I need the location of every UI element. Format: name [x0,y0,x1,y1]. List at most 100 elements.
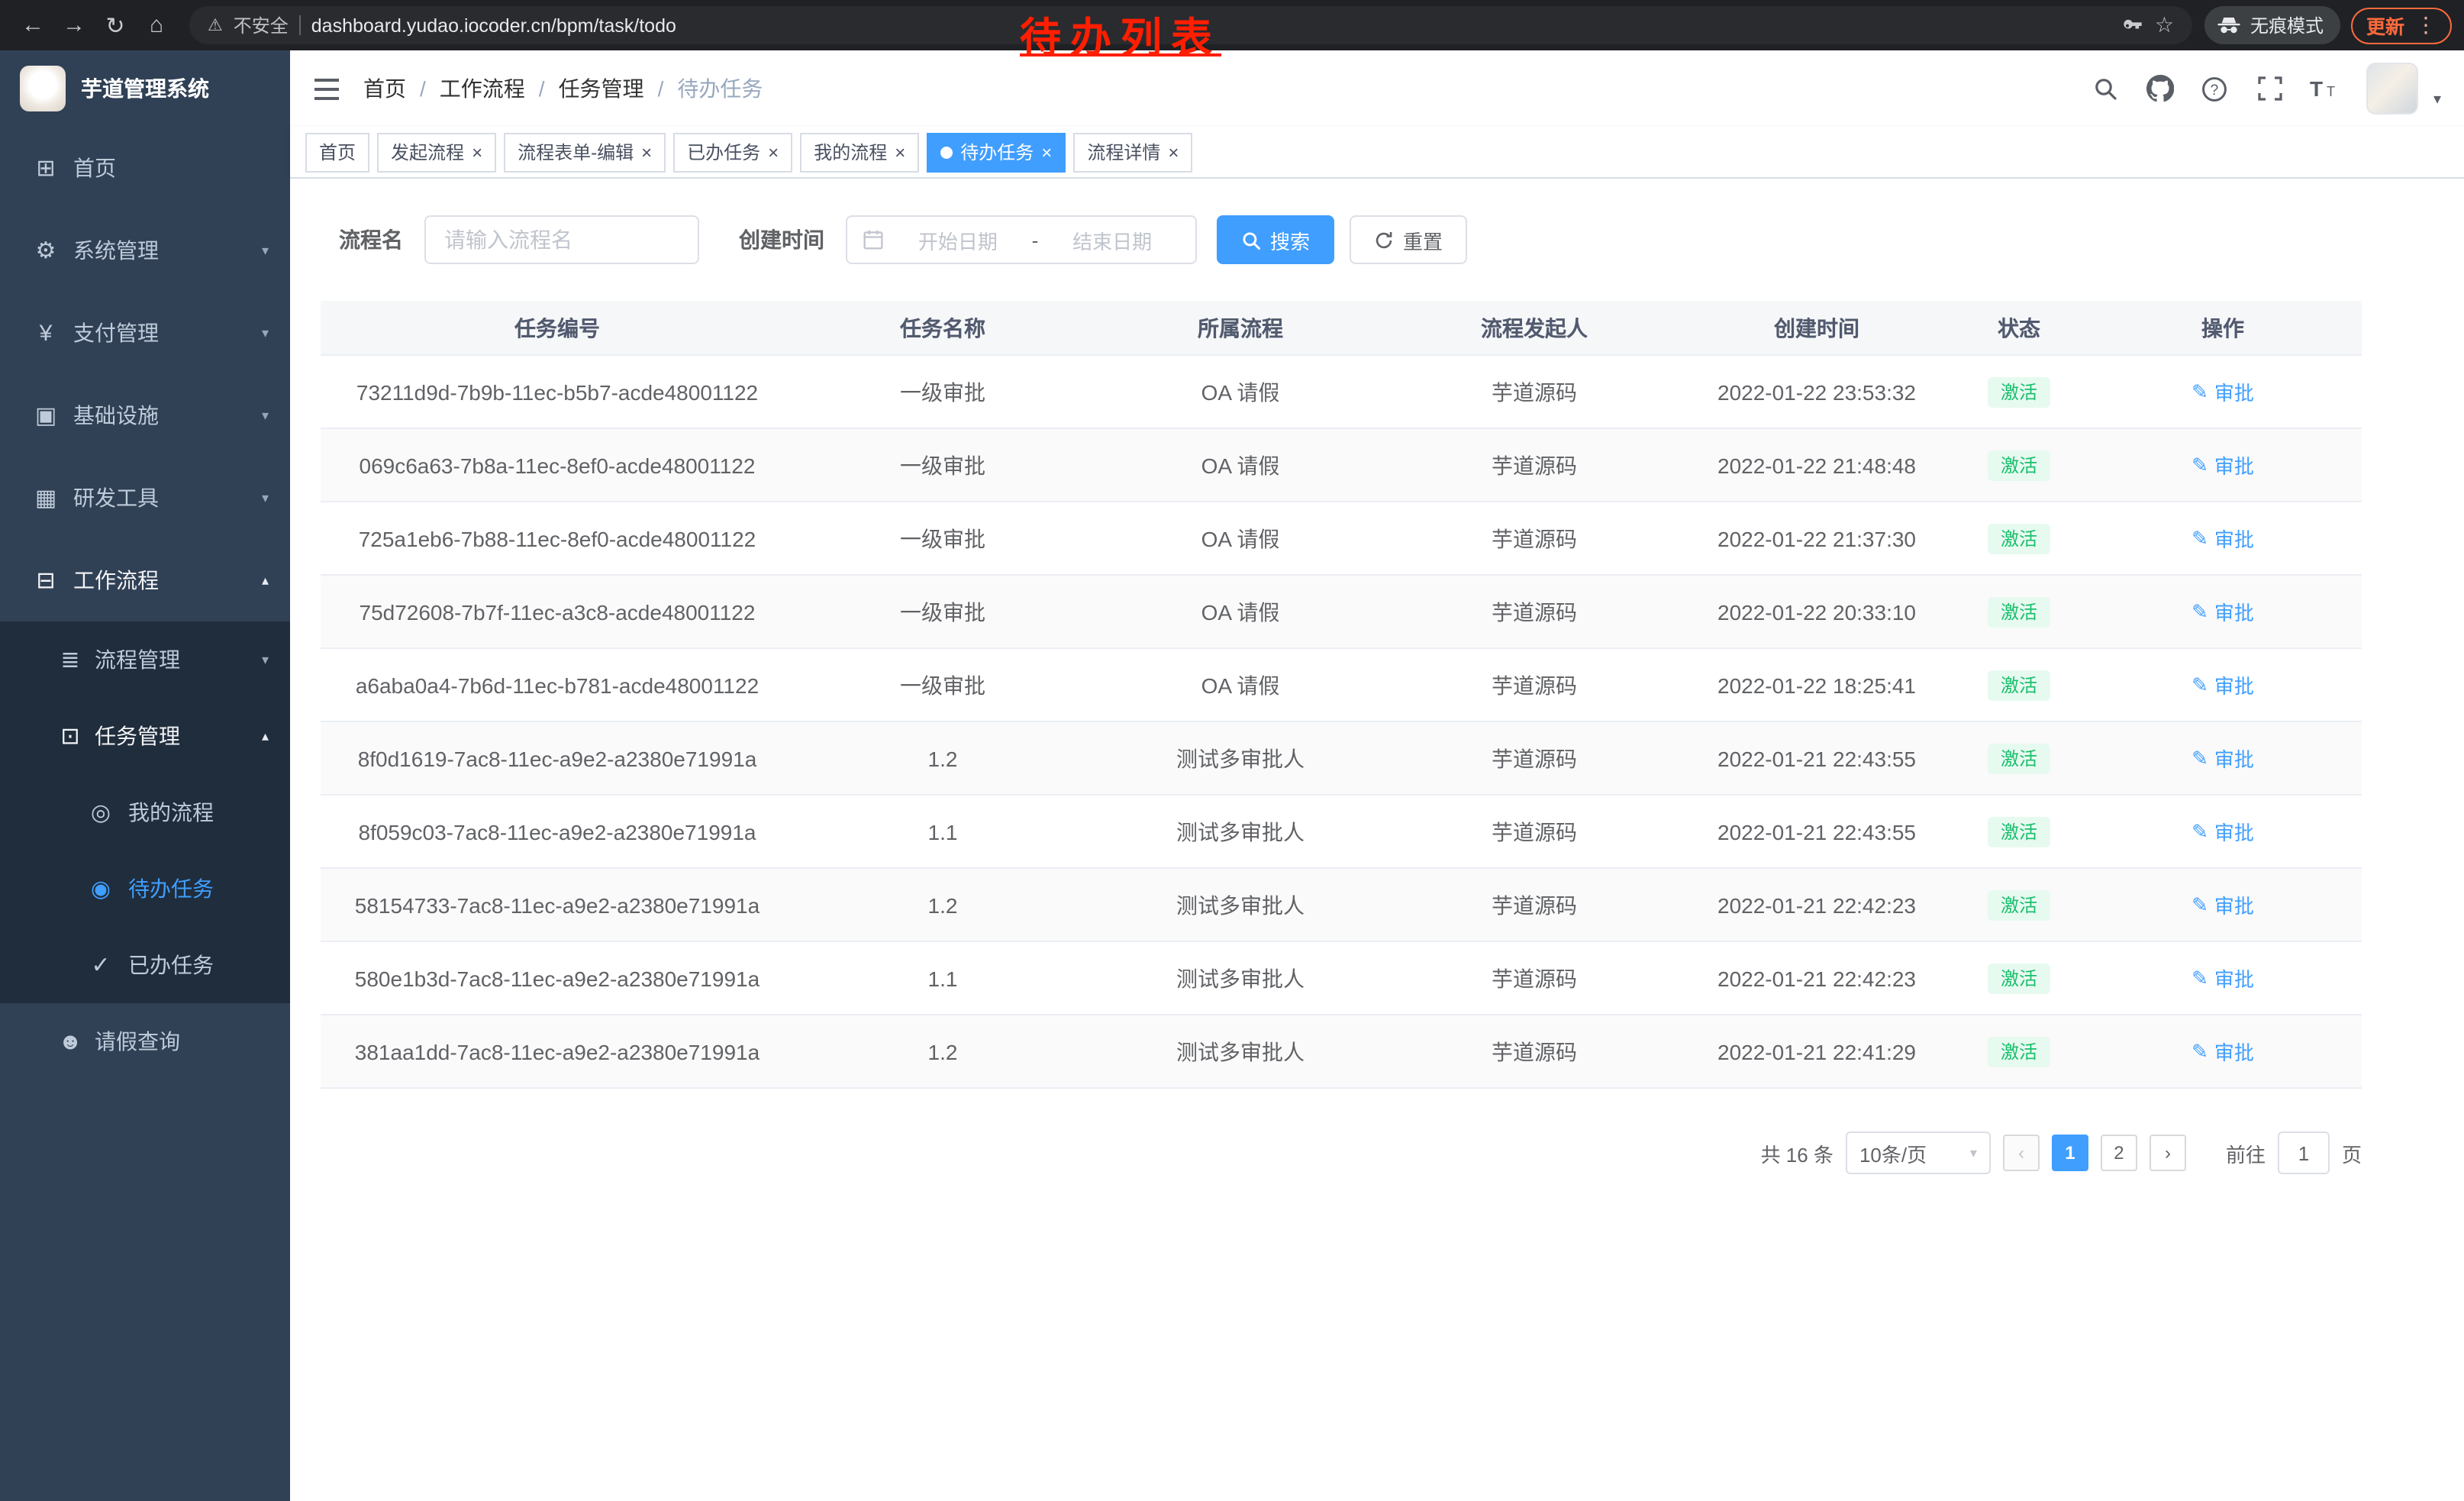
edit-icon: ✎ [2191,453,2208,477]
close-icon[interactable]: × [641,143,652,161]
help-icon[interactable]: ? [2192,66,2238,111]
approve-link[interactable]: ✎审批 [2191,1037,2254,1066]
tab-done-task[interactable]: 已办任务 × [673,132,792,172]
table-header: 任务编号 任务名称 所属流程 流程发起人 创建时间 状态 操作 [321,301,2362,356]
refresh-icon [1374,230,1394,250]
table-row: 725a1eb6-7b88-11ec-8ef0-acde48001122 一级审… [321,502,2362,576]
tab-todo-task[interactable]: 待办任务 × [927,132,1066,172]
browser-back-button[interactable]: ← [12,5,53,46]
close-icon[interactable]: × [1168,143,1179,161]
edit-icon: ✎ [2191,819,2208,844]
edit-icon: ✎ [2191,379,2208,404]
application-root: ← → ↻ ⌂ ⚠ 不安全 dashboard.yudao.iocoder.cn… [0,0,2464,1501]
browser-forward-button[interactable]: → [53,5,95,46]
tab-home[interactable]: 首页 [305,132,369,172]
table-row: 069c6a63-7b8a-11ec-8ef0-acde48001122 一级审… [321,429,2362,502]
edit-icon: ✎ [2191,966,2208,990]
approve-link[interactable]: ✎审批 [2191,377,2254,406]
browser-toolbar: ← → ↻ ⌂ ⚠ 不安全 dashboard.yudao.iocoder.cn… [0,0,2464,50]
sidebar-item-leave-query[interactable]: ☻ 请假查询 [0,1003,290,1080]
tab-start-process[interactable]: 发起流程 × [377,132,496,172]
search-button[interactable]: 搜索 [1217,215,1334,264]
sidebar-item-workflow[interactable]: ⊟ 工作流程 ▴ [0,539,290,621]
top-navbar: 首页 / 工作流程 / 任务管理 / 待办任务 [290,50,2464,127]
search-icon[interactable] [2082,66,2128,111]
calendar-icon [863,229,884,250]
bookmark-star-icon[interactable]: ☆ [2155,12,2174,38]
prev-page-button[interactable]: ‹ [2003,1135,2040,1171]
status-badge: 激活 [1988,1036,2050,1067]
active-tab-dot [940,146,953,158]
chevron-down-icon: ▾ [262,489,269,506]
sidebar-item-task-mgmt[interactable]: ⊡ 任务管理 ▴ [0,698,290,774]
tree-icon: ⊡ [58,722,82,750]
approve-link[interactable]: ✎审批 [2191,524,2254,553]
breadcrumb-task-mgmt[interactable]: 任务管理 [559,73,644,104]
sidebar-item-done-task[interactable]: ✓ 已办任务 [0,927,290,1003]
total-count: 共 16 条 [1761,1138,1833,1167]
chevron-up-icon: ▴ [262,728,269,744]
next-page-button[interactable]: › [2150,1135,2186,1171]
tab-my-process[interactable]: 我的流程 × [800,132,919,172]
page-button-1[interactable]: 1 [2052,1135,2088,1171]
sidebar-item-system[interactable]: ⚙ 系统管理 ▾ [0,209,290,292]
tab-form-edit[interactable]: 流程表单-编辑 × [504,132,666,172]
sidebar-item-todo-task[interactable]: ◉ 待办任务 [0,851,290,927]
approve-link[interactable]: ✎审批 [2191,817,2254,846]
browser-reload-button[interactable]: ↻ [95,5,136,46]
chevron-up-icon: ▴ [262,572,269,589]
close-icon[interactable]: × [768,143,779,161]
approve-link[interactable]: ✎审批 [2191,964,2254,993]
avatar[interactable] [2366,63,2418,115]
hamburger-icon[interactable] [313,77,340,100]
todo-task-table: 任务编号 任务名称 所属流程 流程发起人 创建时间 状态 操作 73211d9d… [321,301,2362,1089]
approve-link[interactable]: ✎审批 [2191,597,2254,626]
breadcrumb-workflow[interactable]: 工作流程 [440,73,525,104]
reset-button[interactable]: 重置 [1350,215,1467,264]
approve-link[interactable]: ✎审批 [2191,450,2254,479]
eye-icon: ◉ [89,875,113,902]
monitor-icon: ▣ [34,402,58,429]
process-name-input[interactable] [424,215,699,264]
github-icon[interactable] [2137,66,2183,111]
table-row: a6aba0a4-7b6d-11ec-b781-acde48001122 一级审… [321,649,2362,722]
close-icon[interactable]: × [472,143,482,161]
edit-icon: ✎ [2191,599,2208,624]
status-badge: 激活 [1988,963,2050,993]
breadcrumb: 首页 / 工作流程 / 任务管理 / 待办任务 [363,73,763,104]
fullscreen-icon[interactable] [2247,66,2293,111]
app-logo [20,66,66,111]
update-button[interactable]: 更新 ⋮ [2351,7,2452,44]
workflow-submenu: ≣ 流程管理 ▾ ⊡ 任务管理 ▴ ◎ 我的流程 ◉ 待办任务 [0,621,290,1003]
approve-link[interactable]: ✎审批 [2191,890,2254,919]
sidebar-item-my-process[interactable]: ◎ 我的流程 [0,774,290,851]
sidebar-item-devtools[interactable]: ▦ 研发工具 ▾ [0,457,290,539]
pagination: 共 16 条 10条/页 ▾ ‹ 1 2 › 前往 页 [321,1131,2362,1174]
page-button-2[interactable]: 2 [2101,1135,2137,1171]
sidebar-item-infra[interactable]: ▣ 基础设施 ▾ [0,374,290,457]
sidebar-item-home[interactable]: ⊞ 首页 [0,127,290,209]
create-time-range-picker[interactable]: 开始日期 - 结束日期 [846,215,1197,264]
goto-page-input[interactable] [2278,1131,2330,1174]
approve-link[interactable]: ✎审批 [2191,744,2254,773]
tab-process-detail[interactable]: 流程详情 × [1073,132,1192,172]
menu-dots-icon[interactable]: ⋮ [2415,12,2437,38]
status-badge: 激活 [1988,376,2050,407]
close-icon[interactable]: × [1041,143,1052,161]
key-icon[interactable] [2123,15,2144,36]
table-row: 73211d9d-7b9b-11ec-b5b7-acde48001122 一级审… [321,356,2362,429]
sidebar-item-payment[interactable]: ¥ 支付管理 ▾ [0,292,290,374]
approve-link[interactable]: ✎审批 [2191,670,2254,699]
close-icon[interactable]: × [895,143,905,161]
browser-home-button[interactable]: ⌂ [136,5,177,46]
sidebar-item-process-mgmt[interactable]: ≣ 流程管理 ▾ [0,621,290,698]
breadcrumb-home[interactable]: 首页 [363,73,406,104]
page-size-select[interactable]: 10条/页 ▾ [1846,1131,1991,1174]
incognito-badge: 无痕模式 [2204,6,2340,44]
chevron-down-icon[interactable]: ▾ [2433,92,2441,108]
status-badge: 激活 [1988,889,2050,920]
font-size-icon[interactable]: TT [2302,66,2348,111]
chevron-left-icon: ‹ [2018,1142,2024,1164]
navbar-right-tools: ? TT ▾ [2082,63,2441,115]
status-badge: 激活 [1988,670,2050,700]
